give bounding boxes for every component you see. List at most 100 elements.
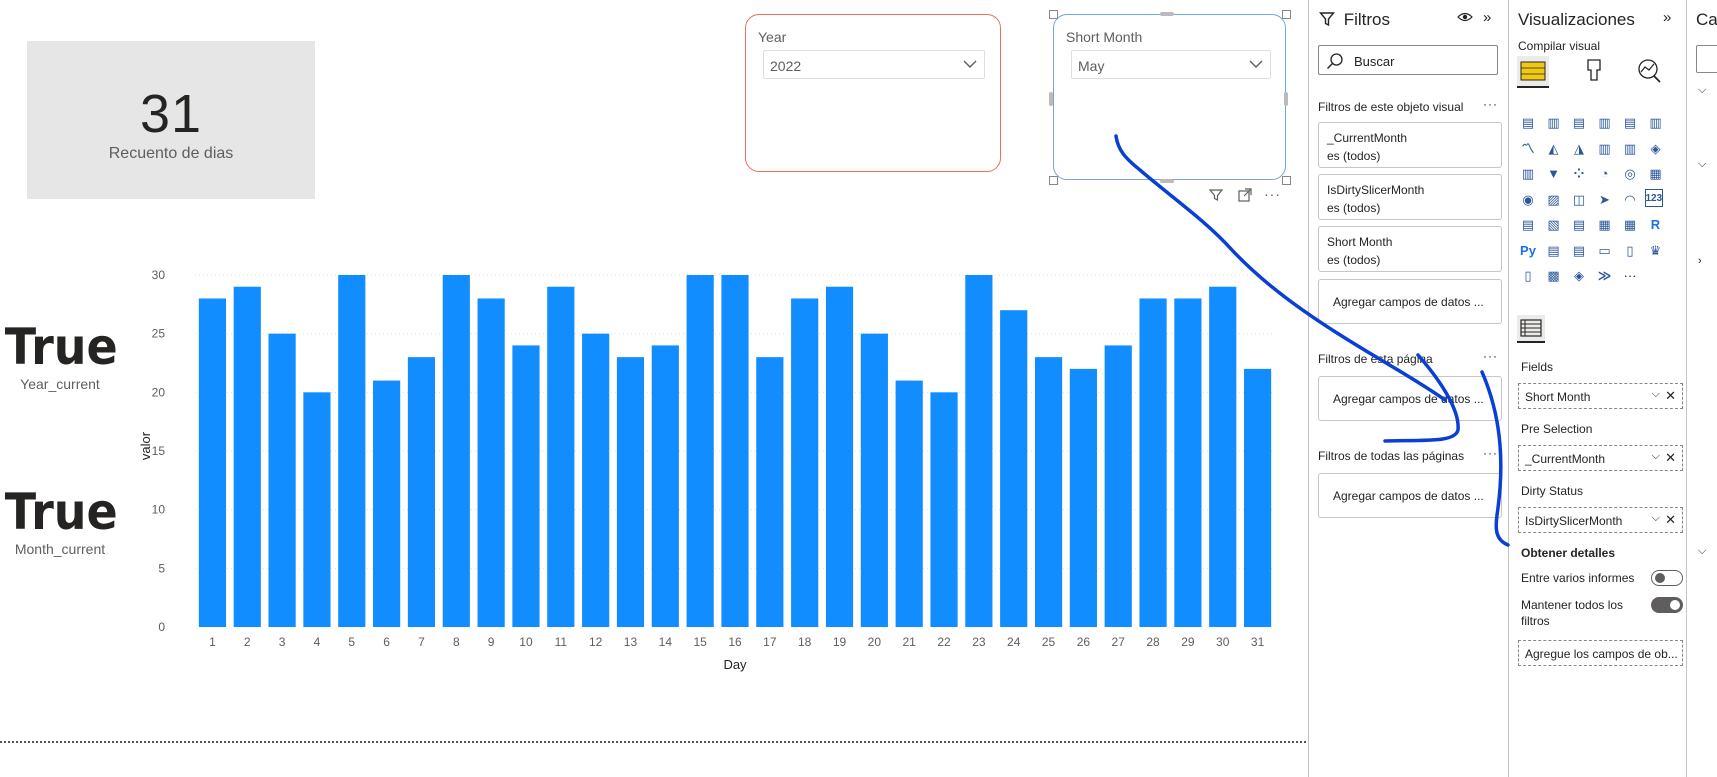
filter-card-current-month[interactable]: _CurrentMonth es (todos): [1318, 122, 1502, 168]
line-chart-icon[interactable]: 〽: [1517, 138, 1539, 160]
card-visual-day-count[interactable]: 31 Recuento de dias: [27, 41, 315, 199]
smart-narrative-icon[interactable]: ▯: [1517, 265, 1539, 287]
clustered-bar-icon[interactable]: ▤: [1568, 112, 1590, 134]
chevron-down-icon[interactable]: ⌵: [1698, 545, 1706, 558]
gauge-icon[interactable]: ◠: [1619, 189, 1641, 211]
chevron-down-icon[interactable]: ⌵: [1652, 512, 1660, 525]
stacked-column-icon[interactable]: ▥: [1543, 112, 1565, 134]
map-icon[interactable]: ◉: [1517, 189, 1539, 211]
more-options-icon[interactable]: ···: [1483, 97, 1498, 111]
shape-map-icon[interactable]: ◫: [1568, 189, 1590, 211]
more-visuals-icon[interactable]: ···: [1619, 265, 1641, 287]
matrix-icon[interactable]: ▦: [1619, 214, 1641, 236]
chevron-down-icon[interactable]: ⌵: [1698, 84, 1706, 97]
close-icon[interactable]: ✕: [1665, 450, 1676, 466]
r-visual-icon[interactable]: R: [1645, 214, 1667, 236]
resize-handle[interactable]: [1160, 12, 1174, 16]
decomposition-tree-icon[interactable]: ▤: [1568, 240, 1590, 262]
more-options-icon[interactable]: ···: [1483, 349, 1498, 363]
clustered-column-icon[interactable]: ▥: [1594, 112, 1616, 134]
keep-filters-toggle[interactable]: [1651, 597, 1683, 613]
resize-handle[interactable]: [1282, 176, 1291, 185]
bar: [1174, 298, 1202, 627]
slicer-year[interactable]: Year 2022: [745, 14, 1001, 172]
table-icon[interactable]: ▦: [1594, 214, 1616, 236]
add-all-pages-filter-fields[interactable]: Agregar campos de datos ...: [1318, 473, 1502, 518]
key-influencers-icon[interactable]: ▤: [1543, 240, 1565, 262]
more-options-icon[interactable]: ···: [1264, 186, 1281, 202]
bar-chart-visual[interactable]: 0 5 10 15 20 25 30 1 2 3 4 5 6 7 8 9 10 11 12 13 14 15 16 17 18 1…: [140, 255, 1290, 680]
qna-icon[interactable]: ▭: [1594, 240, 1616, 262]
100-column-icon[interactable]: ▥: [1645, 112, 1667, 134]
cross-report-toggle[interactable]: [1651, 570, 1683, 586]
visual-filters-header: Filtros de este objeto visual ···: [1318, 97, 1498, 114]
chevron-down-icon[interactable]: ⌵: [1652, 388, 1660, 401]
paginated-report-icon[interactable]: ▯: [1619, 240, 1641, 262]
card-visual-month-current[interactable]: True Month_current: [0, 483, 120, 557]
well-pre-selection[interactable]: _CurrentMonth ⌵ ✕: [1518, 445, 1683, 471]
add-page-filter-fields[interactable]: Agregar campos de datos ...: [1318, 376, 1502, 421]
y-tick-label: 5: [158, 561, 165, 575]
slicer-icon[interactable]: ▤: [1568, 214, 1590, 236]
add-drill-through-fields[interactable]: Agregue los campos de ob...: [1518, 640, 1683, 666]
resize-handle[interactable]: [1160, 179, 1174, 183]
focus-mode-icon[interactable]: [1237, 187, 1253, 203]
filter-card-isdirty[interactable]: IsDirtySlicerMonth es (todos): [1318, 174, 1502, 220]
filter-icon[interactable]: [1208, 187, 1224, 203]
eye-icon[interactable]: [1457, 10, 1473, 24]
chevron-down-icon[interactable]: ⌵: [1652, 450, 1660, 463]
azure-map-icon[interactable]: ➤: [1594, 189, 1616, 211]
power-apps-icon[interactable]: ▩: [1543, 265, 1565, 287]
collapse-pane-icon[interactable]: »: [1483, 9, 1491, 26]
resize-handle[interactable]: [1049, 92, 1053, 106]
area-chart-icon[interactable]: ◭: [1543, 138, 1565, 160]
filled-map-icon[interactable]: ▨: [1543, 189, 1565, 211]
resize-handle[interactable]: [1049, 176, 1058, 185]
line-clustered-icon[interactable]: ▥: [1619, 138, 1641, 160]
trophy-icon[interactable]: ♛: [1645, 240, 1667, 262]
pie-chart-icon[interactable]: ◔: [1594, 163, 1616, 185]
card-visual-year-current[interactable]: True Year_current: [0, 318, 120, 392]
100-bar-icon[interactable]: ▤: [1619, 112, 1641, 134]
funnel-chart-icon[interactable]: ▼: [1543, 163, 1565, 185]
kpi-icon[interactable]: ▧: [1543, 214, 1565, 236]
chevron-right-icon[interactable]: ›: [1698, 255, 1702, 267]
close-icon[interactable]: ✕: [1665, 388, 1676, 404]
treemap-icon[interactable]: ▦: [1645, 163, 1667, 185]
line-column-icon[interactable]: ▥: [1594, 138, 1616, 160]
filter-card-short-month[interactable]: Short Month es (todos): [1318, 226, 1502, 272]
resize-handle[interactable]: [1049, 10, 1058, 19]
well-dirty-status[interactable]: IsDirtySlicerMonth ⌵ ✕: [1518, 507, 1683, 533]
donut-chart-icon[interactable]: ◎: [1619, 163, 1641, 185]
well-fields[interactable]: Short Month ⌵ ✕: [1518, 383, 1683, 409]
metrics-icon[interactable]: ≫: [1594, 265, 1616, 287]
add-fields-label: Agregar campos de datos ...: [1333, 392, 1484, 406]
y-axis-label: valor: [140, 431, 153, 460]
fields-wells-tab[interactable]: [1517, 315, 1545, 343]
x-axis-label: Day: [723, 657, 747, 672]
waterfall-icon[interactable]: ▥: [1517, 163, 1539, 185]
stacked-bar-icon[interactable]: ▤: [1517, 112, 1539, 134]
python-visual-icon[interactable]: Py: [1517, 240, 1539, 262]
stacked-area-icon[interactable]: ◮: [1568, 138, 1590, 160]
power-automate-icon[interactable]: ◈: [1568, 265, 1590, 287]
slicer-short-month[interactable]: Short Month May: [1053, 14, 1286, 180]
card-icon[interactable]: 123: [1644, 188, 1663, 207]
slicer-year-dropdown[interactable]: 2022: [763, 50, 985, 79]
data-search-input[interactable]: [1696, 45, 1717, 73]
collapse-pane-icon[interactable]: »: [1663, 9, 1671, 26]
chevron-down-icon[interactable]: ⌵: [1698, 158, 1706, 171]
more-options-icon[interactable]: ···: [1483, 446, 1498, 460]
add-visual-filter-fields[interactable]: Agregar campos de datos ...: [1318, 279, 1502, 324]
multirow-card-icon[interactable]: ▤: [1517, 214, 1539, 236]
filters-search-input[interactable]: Buscar: [1318, 45, 1498, 75]
tab-analytics[interactable]: [1633, 56, 1665, 88]
scatter-icon[interactable]: ⁘: [1568, 163, 1590, 185]
ribbon-chart-icon[interactable]: ◈: [1645, 138, 1667, 160]
tab-format-visual[interactable]: [1579, 56, 1611, 88]
slicer-month-dropdown[interactable]: May: [1071, 50, 1271, 79]
resize-handle[interactable]: [1282, 10, 1291, 19]
resize-handle[interactable]: [1284, 92, 1288, 106]
tab-build-visual[interactable]: [1517, 56, 1549, 88]
close-icon[interactable]: ✕: [1665, 512, 1676, 528]
